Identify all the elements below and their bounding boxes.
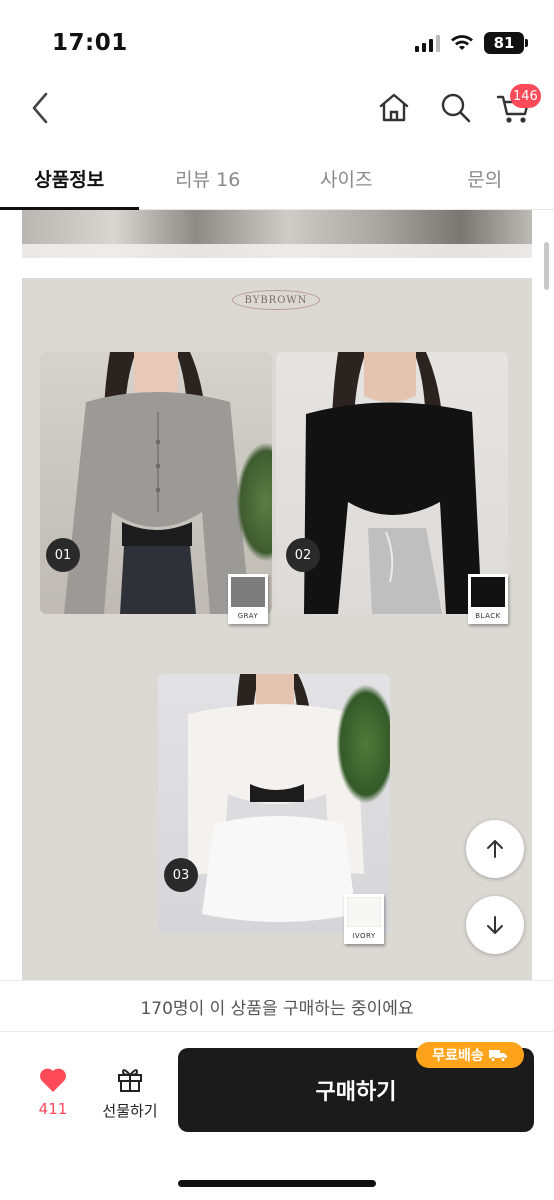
gift-label: 선물하기 — [102, 1102, 158, 1120]
heart-icon — [40, 1068, 66, 1092]
plant-decoration — [336, 684, 390, 804]
variant-number-badge: 02 — [286, 538, 320, 572]
battery-level: 81 — [493, 34, 515, 52]
swatch-chip — [471, 577, 505, 607]
status-bar: 17:01 81 — [0, 0, 554, 78]
search-icon[interactable] — [436, 88, 476, 128]
signal-icon — [415, 34, 440, 52]
gift-button[interactable]: 선물하기 — [92, 1064, 168, 1126]
tab-reviews[interactable]: 리뷰 16 — [139, 148, 278, 209]
tab-size[interactable]: 사이즈 — [277, 148, 416, 209]
like-button[interactable]: 411 — [30, 1066, 76, 1126]
color-swatch-black: BLACK — [468, 574, 508, 624]
arrow-down-icon — [487, 916, 503, 934]
back-arrow-icon[interactable] — [24, 86, 60, 130]
variant-number-badge: 03 — [164, 858, 198, 892]
brand-logo: BYBROWN — [232, 290, 320, 310]
wifi-icon — [451, 35, 473, 50]
tab-inquiry[interactable]: 문의 — [416, 148, 554, 209]
image-strip-edge — [22, 244, 532, 258]
swatch-label: GRAY — [237, 612, 259, 620]
truck-icon — [488, 1050, 507, 1062]
scroll-up-button[interactable] — [466, 820, 524, 878]
plant-decoration — [236, 442, 272, 562]
purchase-activity-notice: 170명이 이 상품을 구매하는 중이에요 — [0, 980, 554, 1032]
free-shipping-label: 무료배송 — [432, 1048, 484, 1064]
color-swatch-gray: GRAY — [228, 574, 268, 624]
status-icons: 81 — [415, 32, 528, 54]
variant-number-badge: 01 — [46, 538, 80, 572]
battery-indicator: 81 — [484, 32, 528, 54]
swatch-label: IVORY — [352, 932, 376, 940]
color-variants-panel: BYBROWN 01 GRAY 02 BLACK 03 IVORY — [22, 278, 532, 980]
free-shipping-badge: 무료배송 — [416, 1042, 524, 1068]
nav-bar — [0, 78, 554, 142]
color-swatch-ivory: IVORY — [344, 894, 384, 944]
scroll-down-button[interactable] — [466, 896, 524, 954]
tab-product-info[interactable]: 상품정보 — [0, 148, 139, 210]
scrollbar[interactable] — [544, 242, 549, 290]
status-time: 17:01 — [52, 30, 128, 56]
like-count: 411 — [38, 1100, 68, 1118]
product-tabs: 상품정보 리뷰 16 사이즈 문의 — [0, 148, 554, 210]
arrow-up-icon — [487, 840, 503, 858]
gift-icon — [118, 1069, 142, 1092]
home-icon[interactable] — [374, 88, 414, 128]
swatch-chip — [231, 577, 265, 607]
home-indicator — [178, 1180, 376, 1187]
cart-count-badge: 146 — [510, 84, 541, 108]
swatch-label: BLACK — [475, 612, 501, 620]
swatch-chip — [347, 897, 381, 927]
